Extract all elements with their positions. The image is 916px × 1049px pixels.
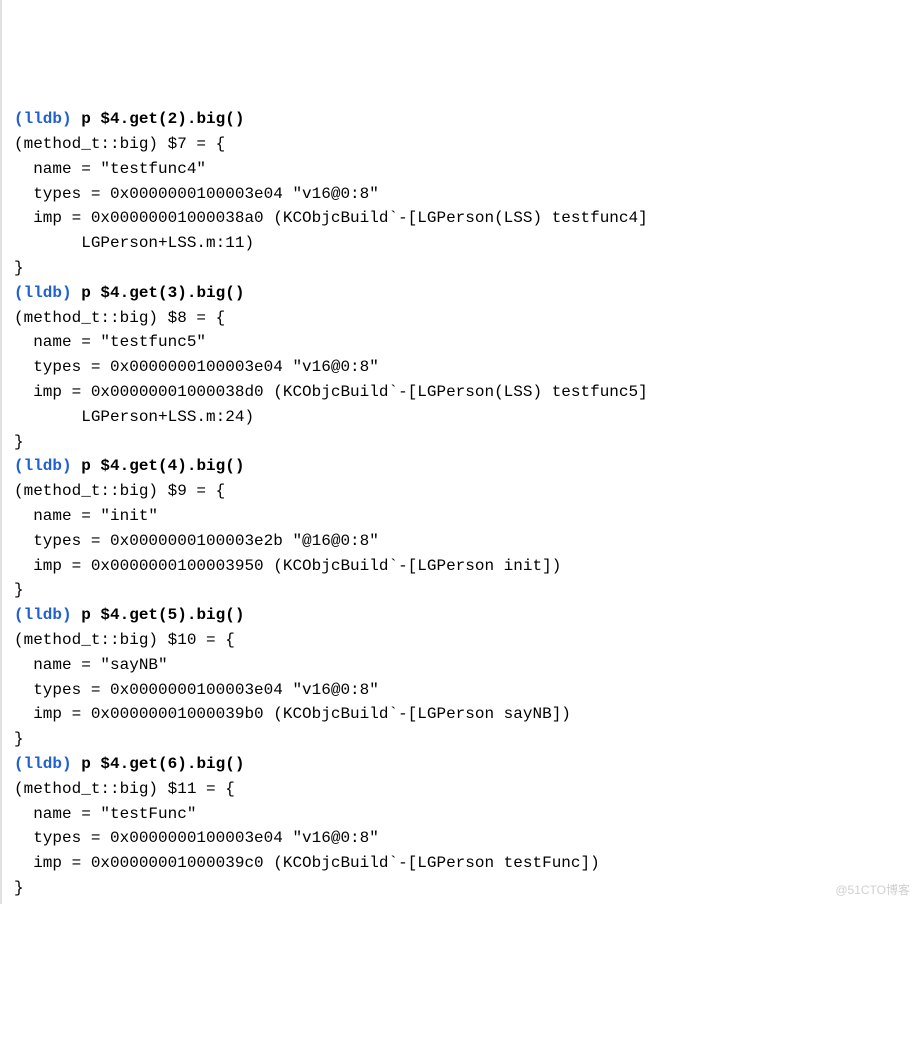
- lldb-command-line[interactable]: (lldb) p $4.get(5).big(): [14, 603, 904, 628]
- lldb-command: p $4.get(3).big(): [81, 284, 244, 302]
- result-types-field: types = 0x0000000100003e04 "v16@0:8": [14, 826, 904, 851]
- lldb-command-line[interactable]: (lldb) p $4.get(6).big(): [14, 752, 904, 777]
- lldb-prompt: (lldb): [14, 755, 72, 773]
- lldb-command-line[interactable]: (lldb) p $4.get(2).big(): [14, 107, 904, 132]
- result-imp-cont: LGPerson+LSS.m:24): [14, 405, 904, 430]
- lldb-command: p $4.get(4).big(): [81, 457, 244, 475]
- result-header: (method_t::big) $7 = {: [14, 132, 904, 157]
- result-imp-field: imp = 0x00000001000039c0 (KCObjcBuild`-[…: [14, 851, 904, 876]
- lldb-prompt: (lldb): [14, 110, 72, 128]
- result-close-brace: }: [14, 578, 904, 603]
- result-close-brace: }: [14, 727, 904, 752]
- result-close-brace: }: [14, 256, 904, 281]
- result-name-field: name = "testfunc5": [14, 330, 904, 355]
- lldb-prompt: (lldb): [14, 284, 72, 302]
- result-header: (method_t::big) $8 = {: [14, 306, 904, 331]
- result-close-brace: }: [14, 876, 904, 901]
- result-imp-field: imp = 0x00000001000038d0 (KCObjcBuild`-[…: [14, 380, 904, 405]
- result-header: (method_t::big) $9 = {: [14, 479, 904, 504]
- lldb-command-line[interactable]: (lldb) p $4.get(3).big(): [14, 281, 904, 306]
- result-imp-field: imp = 0x00000001000039b0 (KCObjcBuild`-[…: [14, 702, 904, 727]
- result-header: (method_t::big) $10 = {: [14, 628, 904, 653]
- result-imp-cont: LGPerson+LSS.m:11): [14, 231, 904, 256]
- lldb-command: p $4.get(6).big(): [81, 755, 244, 773]
- lldb-command-line[interactable]: (lldb) p $4.get(4).big(): [14, 454, 904, 479]
- result-types-field: types = 0x0000000100003e04 "v16@0:8": [14, 678, 904, 703]
- lldb-console-output: (lldb) p $4.get(2).big()(method_t::big) …: [14, 107, 904, 901]
- watermark-text: @51CTO博客: [835, 881, 910, 900]
- result-name-field: name = "init": [14, 504, 904, 529]
- lldb-prompt: (lldb): [14, 457, 72, 475]
- result-close-brace: }: [14, 430, 904, 455]
- result-header: (method_t::big) $11 = {: [14, 777, 904, 802]
- result-imp-field: imp = 0x0000000100003950 (KCObjcBuild`-[…: [14, 554, 904, 579]
- lldb-command: p $4.get(2).big(): [81, 110, 244, 128]
- lldb-command: p $4.get(5).big(): [81, 606, 244, 624]
- result-name-field: name = "testFunc": [14, 802, 904, 827]
- lldb-prompt: (lldb): [14, 606, 72, 624]
- result-types-field: types = 0x0000000100003e04 "v16@0:8": [14, 355, 904, 380]
- result-types-field: types = 0x0000000100003e04 "v16@0:8": [14, 182, 904, 207]
- result-name-field: name = "testfunc4": [14, 157, 904, 182]
- result-types-field: types = 0x0000000100003e2b "@16@0:8": [14, 529, 904, 554]
- result-imp-field: imp = 0x00000001000038a0 (KCObjcBuild`-[…: [14, 206, 904, 231]
- result-name-field: name = "sayNB": [14, 653, 904, 678]
